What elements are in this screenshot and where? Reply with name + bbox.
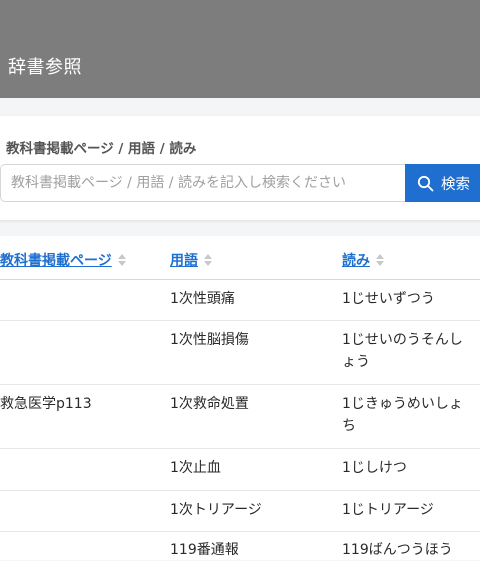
column-header-reading[interactable]: 読み [342,250,384,270]
page-title: 辞書参照 [8,57,82,78]
search-button-label: 検索 [441,176,470,193]
cell-term: 1次救命処置 [170,396,249,412]
column-header-page-label: 教科書掲載ページ [0,253,112,269]
cell-reading: 1じトリアージ [342,502,434,518]
cell-reading-line: 1じきゅうめいしょ [342,396,463,412]
cell-reading: 1じしけつ [342,460,407,476]
cell-term: 1次トリアージ [170,502,262,518]
cell-term: 1次性脳損傷 [170,332,249,348]
row-divider [0,531,480,532]
sort-icon [376,254,384,266]
search-button[interactable]: 検索 [405,164,480,202]
sort-icon [204,254,212,266]
app-header: 辞書参照 [0,0,480,98]
row-divider [0,448,480,449]
cell-reading-line: ち [342,418,356,434]
search-input[interactable] [0,164,406,202]
column-header-term-label: 用語 [170,253,198,269]
column-header-page[interactable]: 教科書掲載ページ [0,250,126,270]
cell-reading-line: 1じせいのうそんし [342,332,463,348]
cell-reading: 1じせいずつう [342,291,435,307]
column-header-reading-label: 読み [342,253,370,269]
cell-page: 救急医学p113 [0,396,92,412]
row-divider [0,490,480,491]
table-header-divider [0,279,480,280]
column-header-term[interactable]: 用語 [170,250,212,270]
cell-reading: 1じきゅうめいしょ ち [342,393,463,437]
row-divider [0,384,480,385]
cell-term: 119番通報 [170,542,239,558]
cell-term: 1次性頭痛 [170,291,235,307]
search-icon [417,175,434,191]
cell-term: 1次止血 [170,460,221,476]
cell-reading: 1じせいのうそんし ょう [342,329,463,373]
cell-reading: 119ばんつうほう [342,542,453,558]
search-label: 教科書掲載ページ / 用語 / 読み [6,141,197,157]
sort-icon [117,254,126,266]
cell-reading-line: ょう [342,354,370,370]
row-divider [0,320,480,321]
